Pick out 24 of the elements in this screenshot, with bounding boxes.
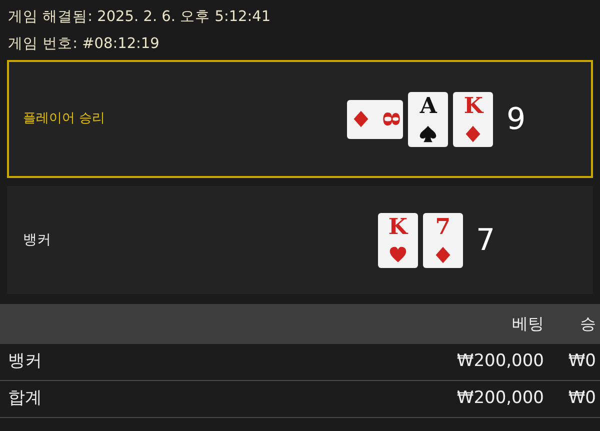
hand-score: 9 [506, 100, 526, 138]
game-info-line: 게임 번호: #08:12:19 [7, 35, 160, 54]
playing-card: 8 [347, 100, 404, 138]
heart-suit-icon [388, 246, 407, 264]
table-cell-text: ₩200,000 [456, 387, 544, 410]
spade-suit-icon [419, 124, 438, 142]
diamond-suit-icon [464, 124, 482, 142]
table-cell-text: ₩0 [567, 387, 597, 410]
table-cell-text: ₩0 [567, 350, 597, 374]
table-cell-text: 합계 [7, 387, 43, 410]
playing-card: A [408, 92, 448, 146]
hand-label: 플레이어 승리 [22, 110, 106, 128]
playing-card: K [378, 212, 418, 268]
diamond-suit-icon [434, 246, 452, 264]
table-cell-text: 뱅커 [7, 350, 43, 374]
playing-card: K [453, 92, 494, 146]
column-header: 베팅 [511, 313, 544, 335]
column-header: 승 [579, 313, 597, 335]
table-cell-text: ₩200,000 [456, 350, 544, 374]
diamond-suit-icon [352, 110, 370, 128]
hand-label: 뱅커 [22, 230, 52, 250]
game-info-line: 게임 해결됨: 2025. 2. 6. 오후 5:12:41 [7, 8, 272, 27]
hand-score: 7 [476, 222, 496, 260]
playing-card: 7 [422, 212, 463, 268]
